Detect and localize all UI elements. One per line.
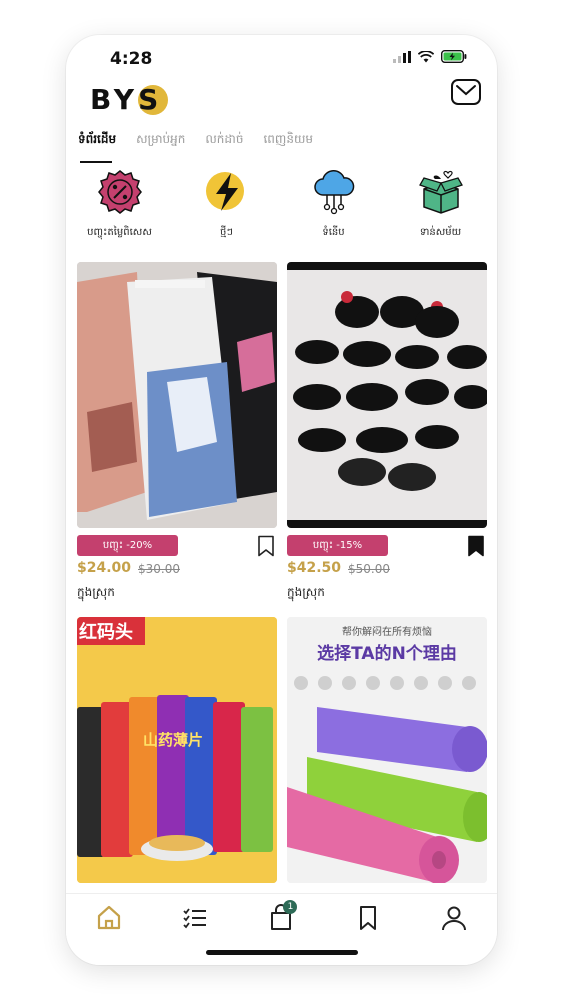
product-location: ក្នុងស្រុក <box>287 585 325 599</box>
product-price: $24.00 <box>77 560 132 576</box>
home-icon <box>97 905 121 930</box>
sunglasses-image <box>287 262 487 528</box>
bookmark-icon <box>359 906 376 930</box>
product-price: $42.50 <box>287 560 342 576</box>
brand-logo[interactable]: BYS <box>90 81 170 117</box>
category-label: បញ្ចុះតម្លៃពិសេស <box>87 227 152 238</box>
product-card[interactable]: បញ្ចុះ -20% $24.00 $30.00 ក្នុងស្រុក <box>77 262 277 599</box>
nav-list[interactable] <box>175 904 215 940</box>
lightning-icon <box>205 172 244 211</box>
phone-frame: 4:28 BYS ទំព័រដើម សម្រាប់អ្នក លក់ដាច់ ពេ… <box>66 35 497 965</box>
status-time: 4:28 <box>110 49 153 69</box>
top-tabs: ទំព័រដើម សម្រាប់អ្នក លក់ដាច់ ពេញនិយម <box>78 131 313 163</box>
envelope-icon <box>456 85 476 96</box>
discount-badge: បញ្ចុះ -20% <box>77 535 178 556</box>
tab-best-selling[interactable]: លក់ដាច់ <box>205 131 243 163</box>
cloud-network-icon <box>313 170 354 215</box>
list-icon <box>183 908 207 929</box>
battery-icon <box>441 50 467 63</box>
status-icons <box>393 50 467 63</box>
product-card[interactable]: បញ្ចុះ -15% $42.50 $50.00 ក្នុងស្រុក <box>287 262 487 599</box>
profile-icon <box>441 906 466 931</box>
image-banner-text: 红码头 <box>79 621 133 643</box>
tab-popular[interactable]: ពេញនិយម <box>263 131 313 163</box>
product-old-price: $30.00 <box>138 562 180 576</box>
nav-cart[interactable]: 1 <box>261 900 301 940</box>
category-discount[interactable]: បញ្ចុះតម្លៃពិសេស <box>66 169 173 240</box>
product-image[interactable] <box>287 262 487 528</box>
category-label: ទំនើប <box>322 227 345 238</box>
tab-for-you[interactable]: សម្រាប់អ្នក <box>136 131 185 163</box>
logo-text: BYS <box>90 83 163 116</box>
shorts-image <box>77 262 277 528</box>
bookmark-filled-icon[interactable] <box>467 535 485 557</box>
yoga-mats-image: 帮你解闷在所有烦恼 选择TA的N个理由 <box>287 617 487 883</box>
product-old-price: $50.00 <box>348 562 390 576</box>
category-label: ទាន់សម័យ <box>419 227 462 238</box>
bookmark-icon[interactable] <box>257 535 275 557</box>
discount-badge: បញ្ចុះ -15% <box>287 535 388 556</box>
category-row: បញ្ចុះតម្លៃពិសេស ថ្មីៗ ទំនើប ទាន់សម័យ <box>66 169 497 240</box>
category-modern[interactable]: ទំនើប <box>280 169 387 240</box>
product-image[interactable]: 红码头 山药薄片 <box>77 617 277 883</box>
gift-box-icon <box>418 170 463 214</box>
category-new[interactable]: ថ្មីៗ <box>173 169 280 240</box>
image-subtitle-text: 帮你解闷在所有烦恼 <box>342 625 432 638</box>
category-trendy[interactable]: ទាន់សម័យ <box>387 169 494 240</box>
image-title-text: 选择TA的N个理由 <box>317 643 457 664</box>
signal-icon <box>393 50 411 63</box>
tab-home[interactable]: ទំព័រដើម <box>78 131 116 163</box>
product-card[interactable]: 帮你解闷在所有烦恼 选择TA的N个理由 <box>287 617 487 883</box>
yam-chips-image: 红码头 山药薄片 <box>77 617 277 883</box>
chip-label-text: 山药薄片 <box>143 731 203 749</box>
product-image[interactable] <box>77 262 277 528</box>
home-indicator <box>206 950 358 955</box>
discount-badge-icon <box>97 170 142 214</box>
product-image[interactable]: 帮你解闷在所有烦恼 选择TA的N个理由 <box>287 617 487 883</box>
category-label: ថ្មីៗ <box>220 227 233 238</box>
product-location: ក្នុងស្រុក <box>77 585 115 599</box>
nav-profile[interactable] <box>434 904 474 940</box>
nav-home[interactable] <box>89 904 129 940</box>
product-card[interactable]: 红码头 山药薄片 <box>77 617 277 883</box>
wifi-icon <box>418 50 434 62</box>
nav-saved[interactable] <box>348 904 388 940</box>
inbox-button[interactable] <box>451 79 481 105</box>
